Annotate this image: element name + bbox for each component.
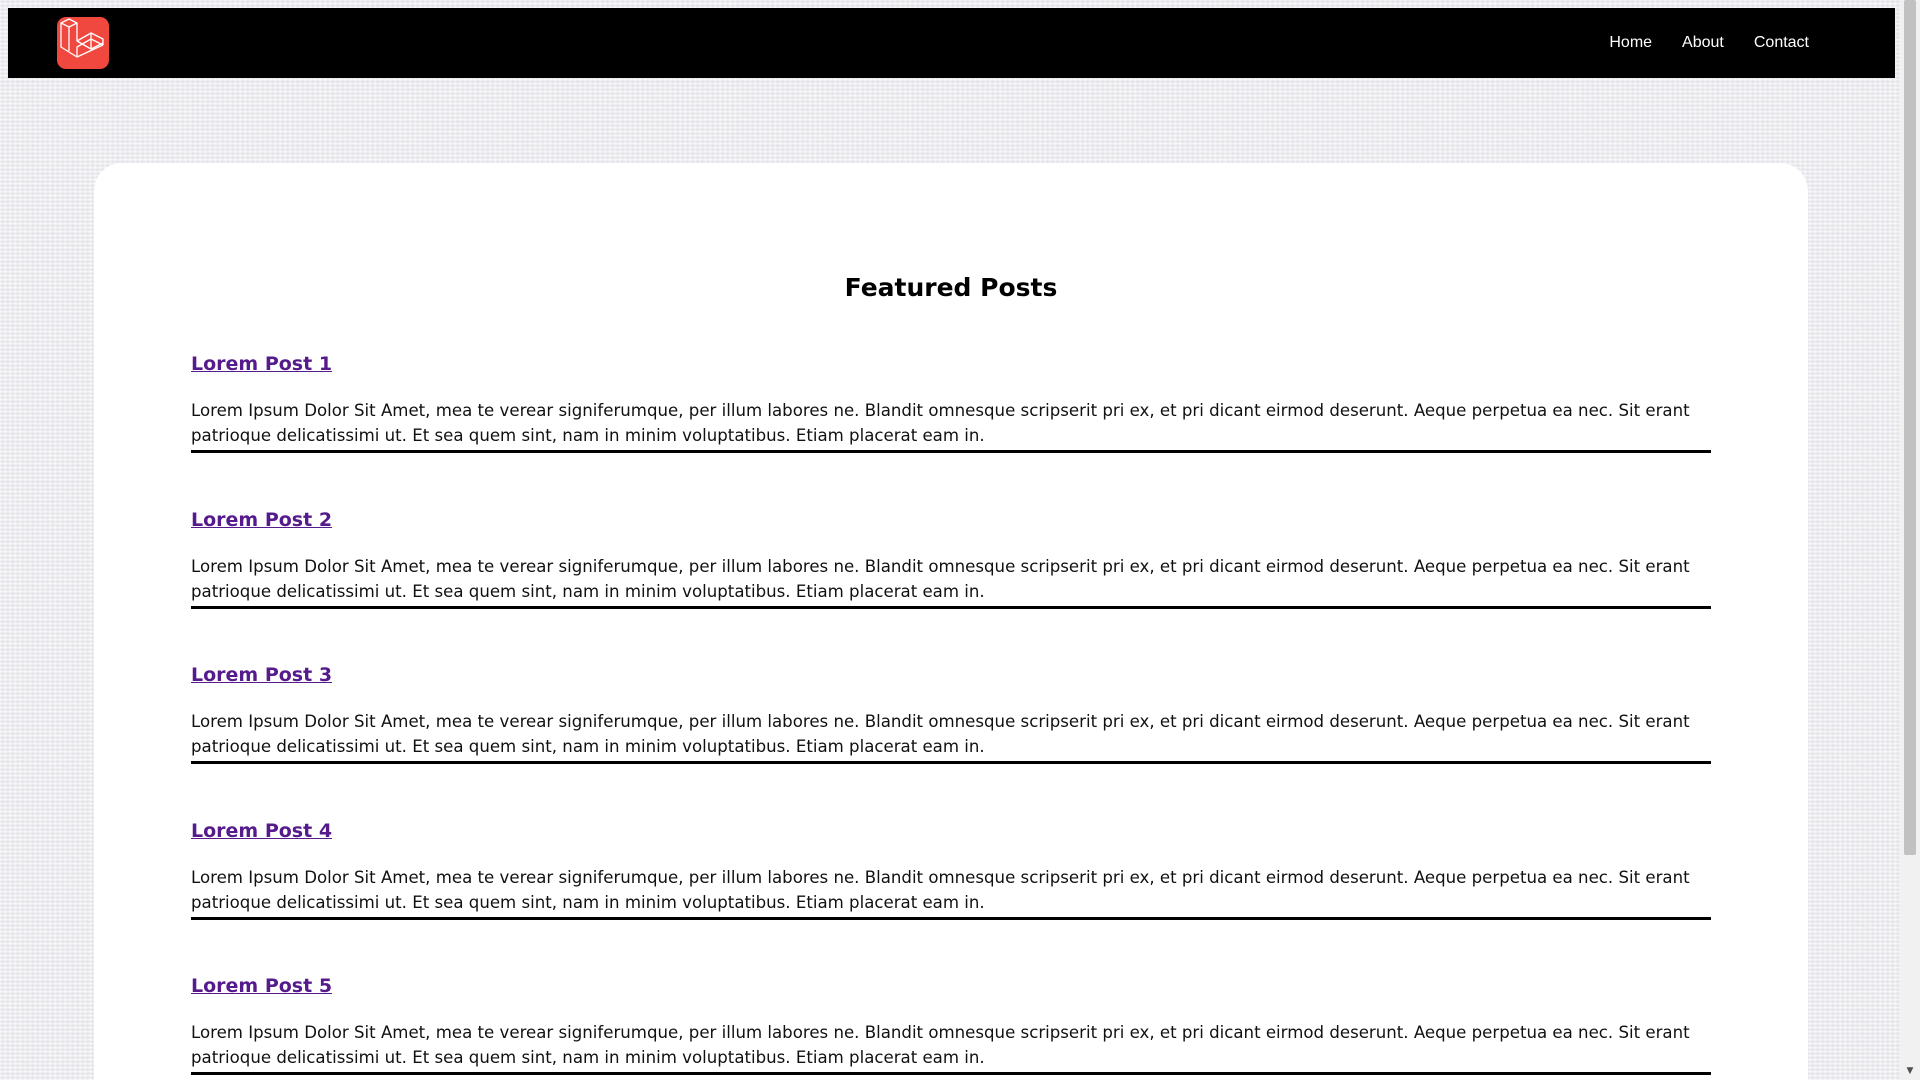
post-title-link[interactable]: Lorem Post 3 <box>191 664 332 686</box>
post-item: Lorem Post 1 Lorem Ipsum Dolor Sit Amet,… <box>191 353 1711 509</box>
nav-link-about[interactable]: About <box>1682 34 1724 52</box>
post-title-link[interactable]: Lorem Post 5 <box>191 975 332 997</box>
scrollbar-thumb[interactable] <box>1904 0 1916 855</box>
scroll-down-arrow-icon[interactable]: ▼ <box>1900 1063 1920 1080</box>
nav-link-home[interactable]: Home <box>1609 34 1652 52</box>
navbar: Home About Contact <box>8 8 1895 78</box>
page-title: Featured Posts <box>844 273 1058 302</box>
post-excerpt: Lorem Ipsum Dolor Sit Amet, mea te verea… <box>191 556 1690 601</box>
post-list: Lorem Post 1 Lorem Ipsum Dolor Sit Amet,… <box>191 353 1711 1080</box>
post-title-link[interactable]: Lorem Post 1 <box>191 353 332 375</box>
post-divider <box>191 450 1711 453</box>
laravel-logo-icon[interactable] <box>57 17 109 69</box>
nav-links: Home About Contact <box>1609 8 1809 78</box>
post-excerpt: Lorem Ipsum Dolor Sit Amet, mea te verea… <box>191 712 1690 756</box>
post-item: Lorem Post 4 Lorem Ipsum Dolor Sit Amet,… <box>191 820 1711 976</box>
post-excerpt: Lorem Ipsum Dolor Sit Amet, mea te verea… <box>191 867 1690 912</box>
post-excerpt: Lorem Ipsum Dolor Sit Amet, mea te verea… <box>191 1023 1690 1067</box>
posts-card: Featured Posts Lorem Post 1 Lorem Ipsum … <box>94 163 1808 1080</box>
post-title-link[interactable]: Lorem Post 4 <box>191 820 332 842</box>
post-divider <box>191 605 1711 609</box>
post-excerpt: Lorem Ipsum Dolor Sit Amet, mea te verea… <box>191 401 1690 445</box>
page: Home About Contact Featured Posts Lorem … <box>0 0 1900 1080</box>
post-item: Lorem Post 3 Lorem Ipsum Dolor Sit Amet,… <box>191 664 1711 820</box>
vertical-scrollbar[interactable]: ▼ <box>1900 0 1920 1080</box>
nav-link-contact[interactable]: Contact <box>1754 34 1809 52</box>
post-item: Lorem Post 5 Lorem Ipsum Dolor Sit Amet,… <box>191 975 1711 1080</box>
post-divider <box>191 761 1711 764</box>
post-divider <box>191 1072 1711 1075</box>
post-divider <box>191 916 1711 920</box>
post-title-link[interactable]: Lorem Post 2 <box>191 509 332 531</box>
post-item: Lorem Post 2 Lorem Ipsum Dolor Sit Amet,… <box>191 509 1711 665</box>
